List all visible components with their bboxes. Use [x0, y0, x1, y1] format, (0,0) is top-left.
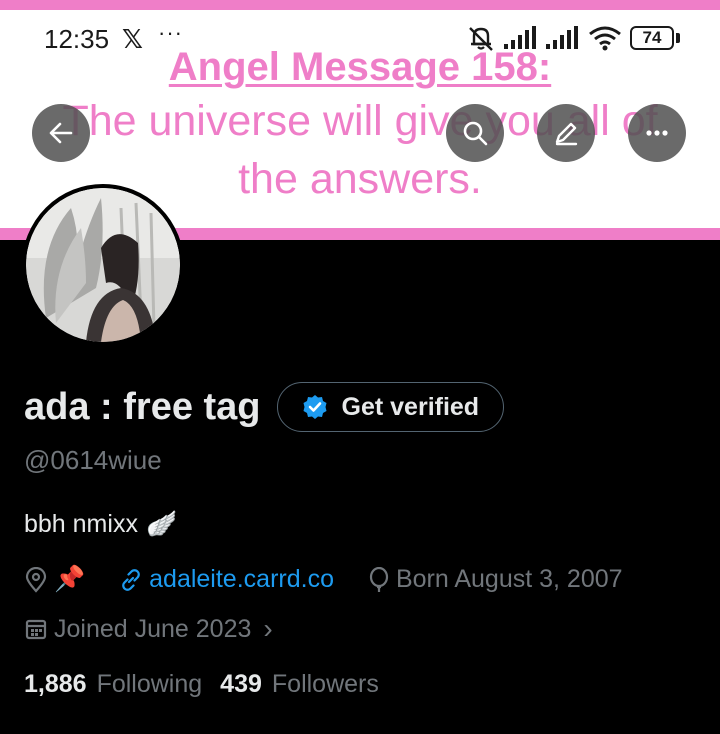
location-item: 📌 — [24, 565, 85, 594]
balloon-icon — [369, 566, 389, 592]
x-logo-icon: 𝕏 — [122, 24, 143, 54]
arrow-left-icon — [49, 122, 73, 144]
signal-icon — [504, 26, 536, 49]
birthday-item: Born August 3, 2007 — [368, 565, 623, 594]
search-button[interactable] — [446, 104, 504, 162]
joined-item[interactable]: Joined June 2023 › — [24, 613, 273, 645]
followers-count: 439 — [220, 670, 262, 698]
link-icon — [122, 568, 140, 591]
edit-button[interactable] — [537, 104, 595, 162]
follow-stats: 1,886 Following 439 Followers — [24, 670, 379, 699]
battery-level: 74 — [630, 26, 674, 50]
banner-line-1: The universe will give you all of — [62, 97, 658, 145]
battery-icon: 74 — [630, 26, 680, 50]
profile-meta-row-2[interactable]: Joined June 2023 › — [24, 613, 273, 645]
banner-text: Angel Message 158: The universe will giv… — [0, 42, 720, 208]
bio: bbh nmixx 🪽 — [24, 510, 177, 539]
website-item[interactable]: adaleite.carrd.co — [119, 565, 334, 594]
following-label: Following — [96, 670, 203, 698]
banner-border-top — [0, 0, 720, 10]
verified-badge-icon — [303, 395, 327, 419]
website-link[interactable]: adaleite.carrd.co — [149, 565, 334, 594]
profile-avatar[interactable] — [22, 184, 184, 346]
birthday-text: Born August 3, 2007 — [395, 565, 623, 593]
avatar-image — [26, 188, 180, 342]
display-name: ada : free tag — [24, 385, 261, 428]
more-icon — [646, 130, 668, 136]
name-row: ada : free tag Get verified — [24, 382, 505, 432]
wifi-icon — [589, 26, 621, 51]
followers-label: Followers — [271, 670, 379, 698]
chevron-right-icon: › — [263, 613, 273, 644]
get-verified-label: Get verified — [341, 392, 480, 421]
status-icons: 74 — [466, 24, 680, 52]
signal-icon-2 — [546, 26, 578, 49]
location-emoji: 📌 — [54, 565, 86, 593]
status-more-dots: ··· — [158, 20, 183, 45]
joined-text: Joined June 2023 — [54, 614, 252, 643]
search-icon — [463, 121, 488, 146]
pencil-icon — [555, 122, 578, 146]
get-verified-button[interactable]: Get verified — [276, 382, 505, 432]
calendar-icon — [25, 619, 47, 640]
following-count: 1,886 — [24, 670, 87, 698]
wing-emoji: 🪽 — [145, 510, 178, 538]
bio-text: bbh nmixx — [24, 510, 138, 538]
location-pin-icon — [25, 566, 47, 593]
user-handle: @0614wiue — [24, 445, 162, 475]
mute-icon — [469, 27, 493, 51]
following-stat[interactable]: 1,886 Following — [24, 670, 202, 699]
more-button[interactable] — [628, 104, 686, 162]
back-button[interactable] — [32, 104, 90, 162]
followers-stat[interactable]: 439 Followers — [220, 670, 379, 699]
status-bar: 12:35 𝕏 ··· 74 — [0, 18, 720, 62]
status-time: 12:35 — [44, 24, 110, 54]
profile-meta-row-1: 📌 adaleite.carrd.co Born August 3, 2007 — [24, 565, 623, 594]
